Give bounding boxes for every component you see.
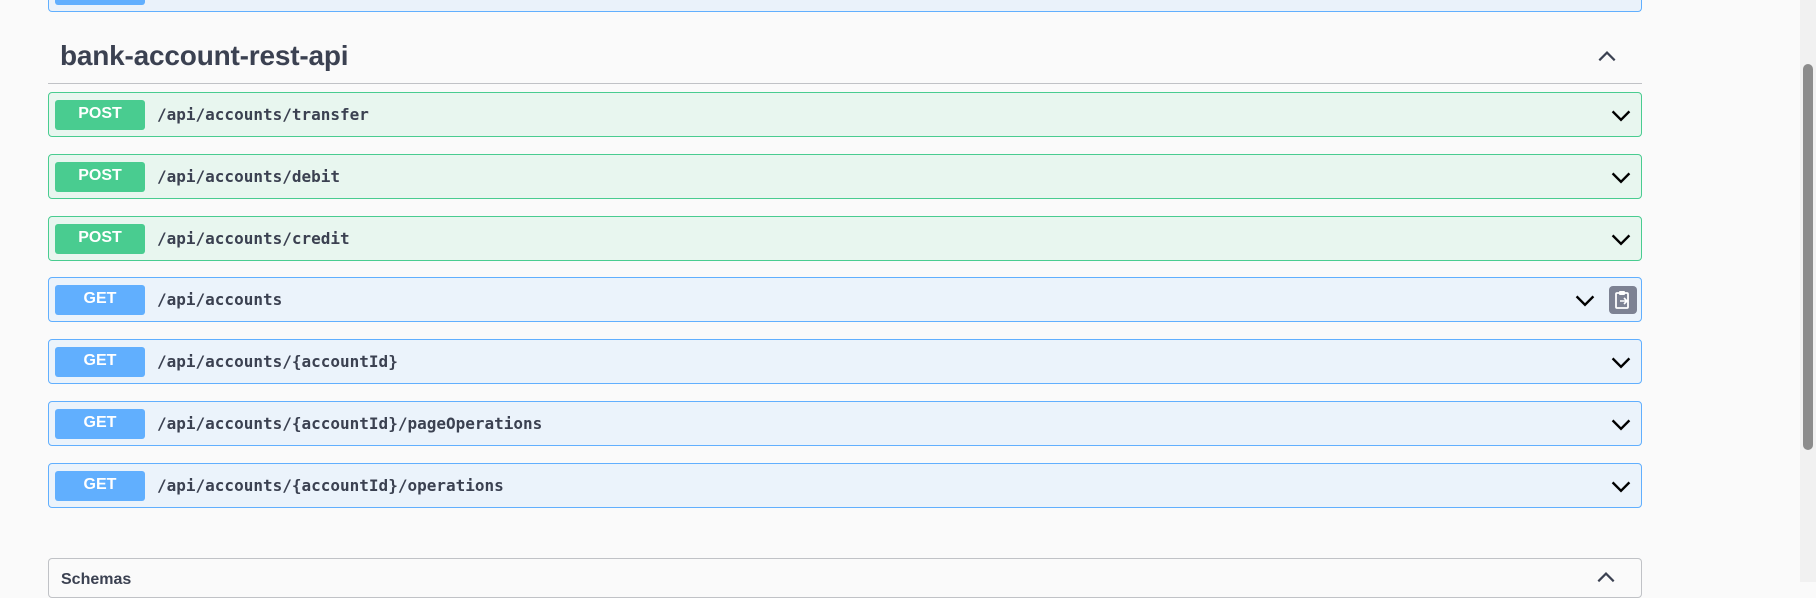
operation-get-account-by-id[interactable]: GET /api/accounts/{accountId} <box>48 339 1642 384</box>
method-badge: POST <box>55 224 145 254</box>
operation-get-page-operations[interactable]: GET /api/accounts/{accountId}/pageOperat… <box>48 401 1642 446</box>
operation-post-transfer[interactable]: POST /api/accounts/transfer <box>48 92 1642 137</box>
section-header[interactable]: bank-account-rest-api <box>48 32 1642 84</box>
schemas-section[interactable]: Schemas <box>48 558 1642 598</box>
operation-post-credit[interactable]: POST /api/accounts/credit <box>48 216 1642 261</box>
operation-post-debit[interactable]: POST /api/accounts/debit <box>48 154 1642 199</box>
section-title: bank-account-rest-api <box>60 40 349 71</box>
method-badge: GET <box>55 347 145 377</box>
chevron-down-icon[interactable] <box>1609 227 1633 251</box>
operation-path: /api/accounts/{accountId}/pageOperations <box>157 414 543 433</box>
chevron-down-icon[interactable] <box>1609 103 1633 127</box>
method-badge: GET <box>55 409 145 439</box>
method-badge: POST <box>55 162 145 192</box>
chevron-up-icon[interactable] <box>1596 46 1618 68</box>
operation-path: /api/accounts/{accountId} <box>157 352 398 371</box>
chevron-down-icon[interactable] <box>1609 350 1633 374</box>
operation-path: /api/accounts <box>157 290 283 309</box>
operation-path: /api/accounts/{accountId}/operations <box>157 476 504 495</box>
operation-get-operations[interactable]: GET /api/accounts/{accountId}/operations <box>48 463 1642 508</box>
operation-path: /api/accounts/transfer <box>157 105 369 124</box>
scrollbar-thumb[interactable] <box>1803 64 1813 450</box>
chevron-down-icon[interactable] <box>1573 288 1597 312</box>
previous-method-badge <box>55 0 145 5</box>
method-badge: GET <box>55 471 145 501</box>
chevron-down-icon[interactable] <box>1609 474 1633 498</box>
operation-path: /api/accounts/credit <box>157 229 350 248</box>
clipboard-icon <box>1615 291 1629 309</box>
schemas-title: Schemas <box>61 571 132 588</box>
chevron-up-icon[interactable] <box>1595 567 1617 589</box>
method-badge: POST <box>55 100 145 130</box>
method-badge: GET <box>55 285 145 315</box>
operation-path: /api/accounts/debit <box>157 167 341 186</box>
operation-get-accounts[interactable]: GET /api/accounts <box>48 277 1642 322</box>
chevron-down-icon[interactable] <box>1609 412 1633 436</box>
copy-to-clipboard-button[interactable] <box>1609 286 1637 314</box>
chevron-down-icon[interactable] <box>1609 165 1633 189</box>
previous-operation-block[interactable] <box>48 0 1642 12</box>
